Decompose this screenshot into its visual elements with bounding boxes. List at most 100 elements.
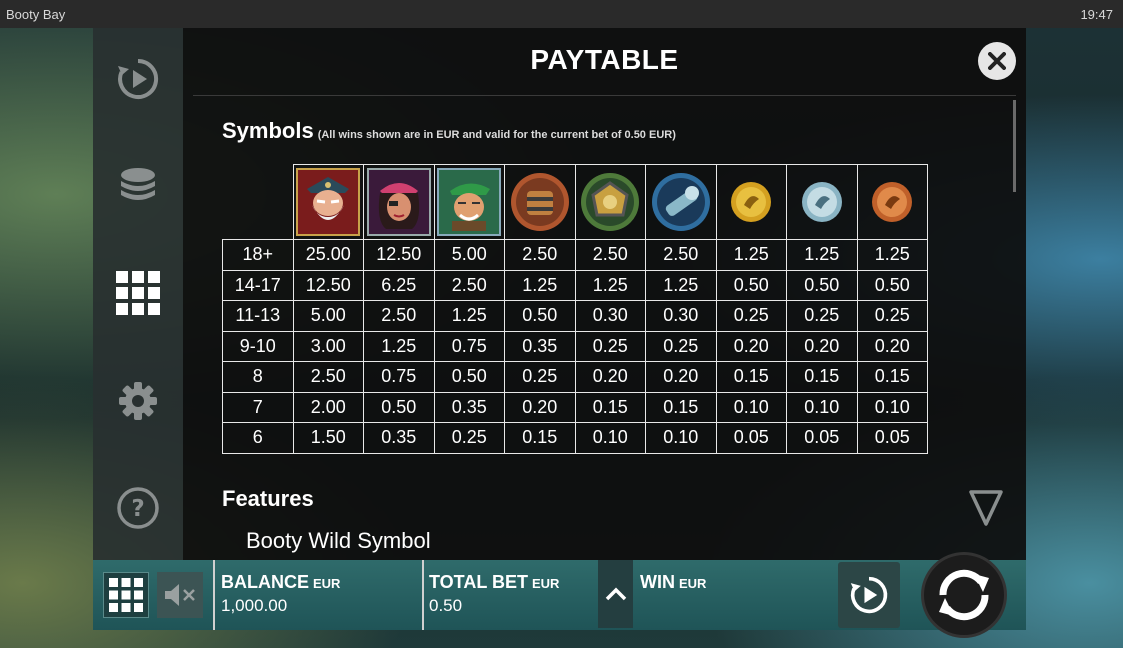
separator [213,560,215,630]
table-row: 7 2.00 0.50 0.35 0.20 0.15 0.15 0.10 0.1… [222,391,928,423]
table-row: 8 2.50 0.75 0.50 0.25 0.20 0.20 0.15 0.1… [222,361,928,393]
gear-icon[interactable] [115,378,161,424]
symbol-cell [645,164,717,240]
payout-cell: 0.15 [786,361,858,393]
payout-cell: 0.10 [856,391,928,423]
close-button[interactable] [978,42,1016,80]
bet-up-button[interactable] [598,560,633,628]
feature-item: Booty Wild Symbol [246,528,431,553]
win-label: WIN [640,572,675,592]
payout-cell: 0.20 [856,330,928,362]
payout-cell: 0.25 [715,300,787,332]
win-unit: EUR [679,576,707,591]
payout-cell: 0.50 [715,269,787,301]
symbol-cell [856,164,928,240]
menu-sidebar: ? [93,28,183,560]
payout-cell: 0.20 [786,330,858,362]
win-display: WIN EUR [640,572,706,593]
payout-cell: 0.30 [645,300,717,332]
symbol-count: 8 [222,361,294,393]
autoplay-icon[interactable] [115,56,161,102]
pirate-woman-icon [366,168,431,236]
payout-cell: 1.25 [433,300,505,332]
payout-cell: 2.50 [363,300,435,332]
balance-display: BALANCE EUR 1,000.00 [221,572,340,616]
symbol-count: 11-13 [222,300,294,332]
symbol-cell [715,164,787,240]
scroll-down-button[interactable] [968,489,1004,532]
symbol-header-row [223,164,928,240]
coins-icon[interactable] [115,163,161,209]
payout-cell: 0.35 [504,330,576,362]
spyglass-icon [649,168,713,236]
silver-coin-icon [790,168,854,236]
payout-cell: 0.25 [433,422,505,454]
table-row: 11-13 5.00 2.50 1.25 0.50 0.30 0.30 0.25… [222,300,928,332]
payout-cell: 0.35 [433,391,505,423]
payout-cell: 0.05 [786,422,858,454]
payout-cell: 2.50 [292,361,364,393]
payout-cell: 0.50 [363,391,435,423]
payout-cell: 1.25 [504,269,576,301]
corner-cell [223,165,294,240]
payout-cell: 0.50 [433,361,505,393]
payout-cell: 3.00 [292,330,364,362]
symbols-heading-label: Symbols [222,118,314,143]
autoplay-button[interactable] [838,562,900,628]
payout-cell: 2.50 [574,239,646,271]
symbol-cell [574,164,646,240]
autoplay-icon [850,576,888,614]
payout-cell: 12.50 [292,269,364,301]
payout-cell: 1.25 [715,239,787,271]
symbol-count: 6 [222,422,294,454]
scrollbar[interactable] [1013,100,1016,192]
symbol-cell [292,164,364,240]
payout-cell: 2.00 [292,391,364,423]
payout-cell: 6.25 [363,269,435,301]
menu-button[interactable] [103,572,149,618]
total-bet-display: TOTAL BET EUR 0.50 [429,572,559,616]
window-title: Booty Bay [6,6,66,22]
payout-cell: 0.25 [574,330,646,362]
symbols-heading: Symbols (All wins shown are in EUR and va… [222,118,676,144]
total-bet-value: 0.50 [429,596,463,615]
payout-cell: 0.15 [574,391,646,423]
golden-compass-icon [578,168,642,236]
payout-cell: 0.75 [363,361,435,393]
payout-cell: 0.15 [856,361,928,393]
payout-cell: 0.25 [645,330,717,362]
payout-cell: 0.15 [504,422,576,454]
total-bet-label: TOTAL BET [429,572,528,592]
payout-cell: 1.25 [363,330,435,362]
total-bet-unit: EUR [532,576,560,591]
paytable-grid-icon[interactable] [115,270,161,316]
symbol-count: 7 [222,391,294,423]
payout-cell: 0.20 [645,361,717,393]
page-title: PAYTABLE [530,44,679,75]
symbol-count: 18+ [222,239,294,271]
triangle-down-icon [969,490,1003,526]
payout-cell: 0.20 [574,361,646,393]
payout-cell: 2.50 [433,269,505,301]
chevron-up-icon [605,587,626,601]
spin-arrows-icon [939,569,989,621]
balance-unit: EUR [313,576,341,591]
payout-cell: 0.50 [786,269,858,301]
grid-icon [109,578,143,612]
treasure-barrel-icon [508,168,572,236]
table-row: 9-10 3.00 1.25 0.75 0.35 0.25 0.25 0.20 … [222,330,928,362]
payout-cell: 2.50 [645,239,717,271]
mute-button[interactable] [157,572,203,618]
help-icon[interactable]: ? [115,485,161,531]
payout-cell: 0.25 [786,300,858,332]
symbols-note: (All wins shown are in EUR and valid for… [317,129,676,141]
features-heading: Features [222,486,314,511]
symbol-cell [363,164,435,240]
payout-cell: 1.25 [645,269,717,301]
spin-button[interactable] [921,552,1007,638]
payout-cell: 1.50 [292,422,364,454]
paytable-panel: PAYTABLE Symbols (All wins shown are in E… [183,28,1026,560]
payout-cell: 0.05 [715,422,787,454]
close-icon [988,52,1006,70]
payout-cell: 0.30 [574,300,646,332]
